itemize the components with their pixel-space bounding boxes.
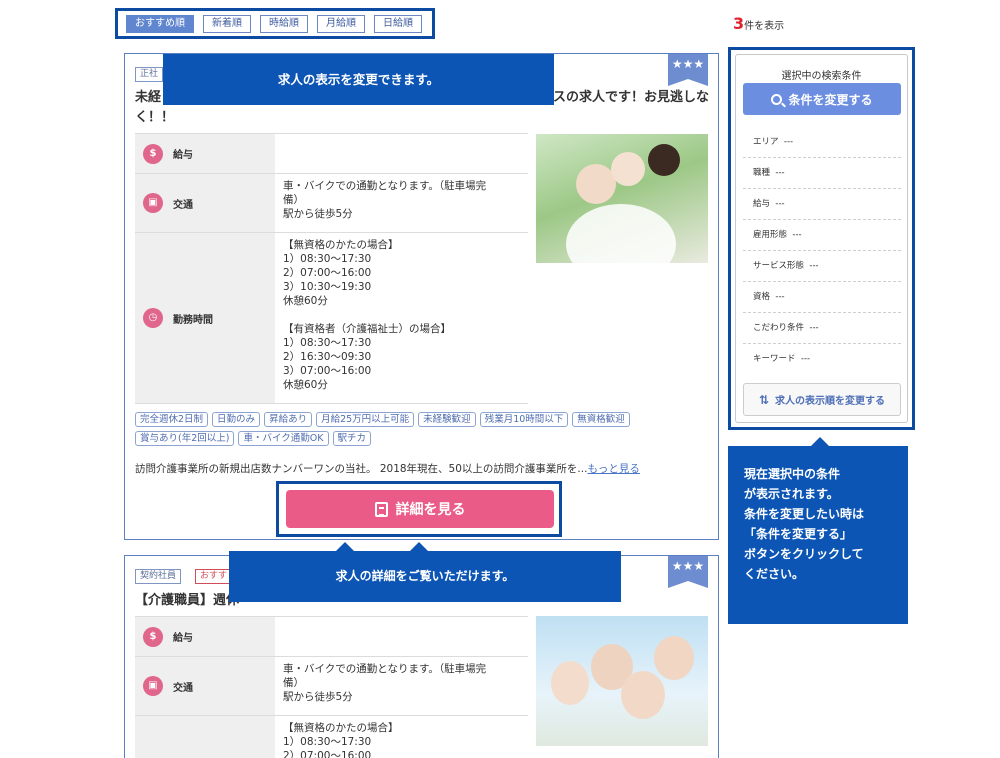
job-photo [536, 616, 708, 746]
search-icon [771, 93, 783, 105]
search-conditions-highlight: 選択中の検索条件 条件を変更する エリア --- 職種 --- 給与 --- 雇… [728, 47, 915, 430]
tag: 昇給あり [264, 412, 313, 427]
panel-title: 選択中の検索条件 [781, 71, 862, 82]
condition-area: エリア --- [743, 127, 901, 158]
job-info-table: $ 給与 ▣ 交通 車・バイクでの通勤となります。（駐車場完 備） 駅から徒歩5分 … [135, 616, 528, 758]
sort-arrows-icon: ⇅ [758, 392, 770, 407]
document-icon [374, 501, 388, 517]
callout-conditions: 現在選択中の条件 が表示されます。 条件を変更したい時は 「条件を変更する」 ボ… [728, 437, 908, 624]
yen-icon: $ [143, 143, 163, 164]
job-info-table: $ 給与 ▣ 交通 車・バイクでの通勤となります。（駐車場完 備） 駅から徒歩5分 … [135, 133, 528, 404]
more-link[interactable]: もっと見る [587, 463, 640, 475]
sort-tab-hourly[interactable]: 時給順 [260, 15, 308, 33]
clock-icon: ◷ [143, 308, 163, 328]
job-title-line2[interactable]: く！！ [135, 108, 174, 128]
job-title-right[interactable]: スの求人です！お見逃しな [553, 88, 709, 108]
sort-tabs-highlight: おすすめ順 新着順 時給順 月給順 日給順 [115, 8, 435, 39]
result-count-suffix: 件を表示 [744, 21, 785, 32]
tag: 未経験歓迎 [418, 412, 476, 427]
sort-tab-monthly[interactable]: 月給順 [317, 15, 365, 33]
tag: 完全週休2日制 [135, 412, 209, 427]
condition-preference: こだわり条件 --- [743, 313, 901, 344]
tag: 残業月10時間以下 [479, 412, 569, 427]
condition-salary: 給与 --- [743, 189, 901, 220]
result-count: 3件を表示 [733, 14, 784, 33]
train-icon: ▣ [143, 193, 163, 213]
yen-icon: $ [143, 626, 163, 647]
sort-tab-newest[interactable]: 新着順 [203, 15, 251, 33]
tag-list: 完全週休2日制 日勤のみ 昇給あり 月給25万円以上可能 未経験歓迎 残業月10… [135, 412, 705, 446]
search-conditions-panel: 選択中の検索条件 条件を変更する エリア --- 職種 --- 給与 --- 雇… [735, 54, 908, 423]
table-row: ▣ 交通 車・バイクでの通勤となります。（駐車場完 備） 駅から徒歩5分 [135, 657, 528, 716]
job-description: 訪問介護事業所の新規出店数ナンバーワンの当社。 2018年現在、50以上の訪問介… [135, 463, 640, 475]
table-row: ▣ 交通 車・バイクでの通勤となります。（駐車場完 備） 駅から徒歩5分 [135, 174, 528, 233]
tag: 車・バイク通勤OK [238, 431, 329, 446]
job-card-1: ★★★ 正社 未経 スの求人です！お見逃しな く！！ $ 給与 ▣ 交通 車・バイク… [124, 53, 719, 540]
employment-tag: 契約社員 [135, 569, 182, 584]
sort-tab-recommended[interactable]: おすすめ順 [126, 15, 194, 33]
change-conditions-button[interactable]: 条件を変更する [743, 83, 901, 115]
change-order-button[interactable]: ⇅ 求人の表示順を変更する [743, 383, 901, 416]
train-icon: ▣ [143, 676, 163, 696]
table-row: ◷ 勤務時間 【無資格のかたの場合】 1）08:30〜17:30 2）07:00〜… [135, 233, 528, 404]
detail-button[interactable]: 詳細を見る [286, 490, 554, 528]
tag: 駅チカ [332, 431, 372, 446]
callout-detail: 求人の詳細をご覧いただけます。 [229, 542, 621, 602]
detail-button-highlight: 詳細を見る [276, 481, 562, 537]
tag: 無資格歓迎 [572, 412, 630, 427]
job-title-left[interactable]: 未経 [135, 88, 161, 108]
condition-employment: 雇用形態 --- [743, 220, 901, 251]
employment-tag: 正社 [135, 67, 164, 82]
condition-qualification: 資格 --- [743, 282, 901, 313]
table-row: 【無資格のかたの場合】 1）08:30〜17:30 2）07:00〜16:00 [135, 716, 528, 758]
tag: 日勤のみ [212, 412, 261, 427]
rating-ribbon: ★★★ [668, 54, 708, 86]
table-row: $ 給与 [135, 617, 528, 657]
tag: 賞与あり(年2回以上) [135, 431, 235, 446]
result-count-number: 3 [733, 14, 745, 33]
callout-sort: 求人の表示を変更できます。 [163, 54, 554, 105]
job-title-left[interactable]: 【介護職員】週休 [135, 591, 239, 611]
condition-keyword: キーワード --- [753, 354, 811, 364]
rating-ribbon: ★★★ [668, 556, 708, 588]
table-row: $ 給与 [135, 134, 528, 174]
job-photo [536, 134, 708, 263]
condition-service: サービス形態 --- [743, 251, 901, 282]
tag: 月給25万円以上可能 [316, 412, 415, 427]
sort-tab-daily[interactable]: 日給順 [374, 15, 422, 33]
condition-job-type: 職種 --- [743, 158, 901, 189]
recommended-tag: おすす [195, 569, 233, 584]
